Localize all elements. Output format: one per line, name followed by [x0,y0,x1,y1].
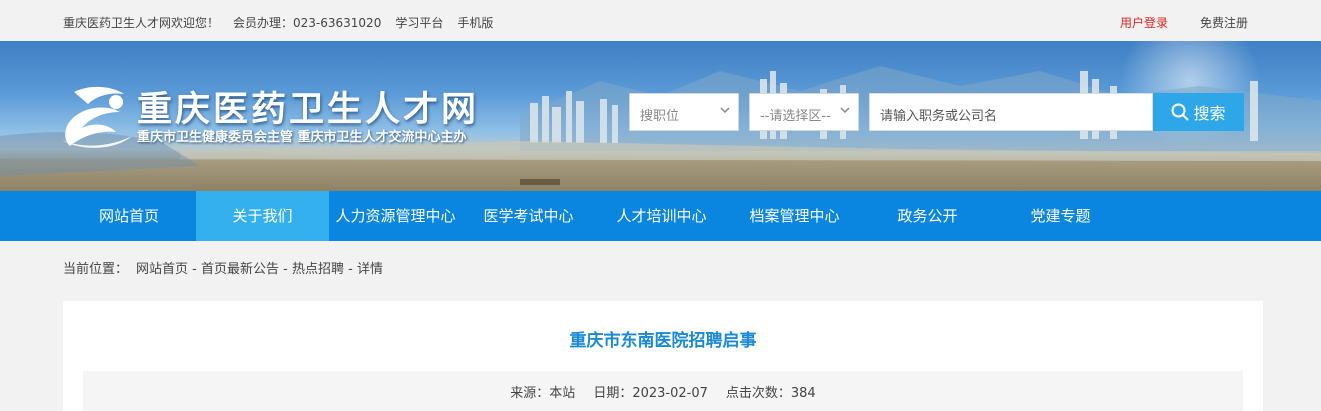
article-date: 日期：2023-02-07 [593,385,708,401]
area-select[interactable]: --请选择区-- [749,93,859,131]
welcome-text: 重庆医药卫生人才网欢迎您！ [63,16,220,30]
top-bar: 重庆医药卫生人才网欢迎您！ 会员办理：023-63631020 学习平台 手机版… [0,0,1321,41]
article-panel: 重庆市东南医院招聘启事 来源：本站 日期：2023-02-07 点击次数：384 [63,301,1263,411]
login-link[interactable]: 用户登录 [1120,14,1168,31]
header-banner: 重庆医药卫生人才网 重庆市卫生健康委员会主管 重庆市卫生人才交流中心主办 搜职位… [0,41,1321,191]
register-link[interactable]: 免费注册 [1200,14,1248,31]
nav-item-exam-center[interactable]: 医学考试中心 [462,191,595,241]
nav-item-hr-center[interactable]: 人力资源管理中心 [329,191,462,241]
breadcrumb-detail: 详情 [356,262,383,277]
chevron-down-icon [720,107,730,114]
position-select[interactable]: 搜职位 [629,93,739,131]
area-select-value: --请选择区-- [760,109,831,124]
breadcrumb-notice[interactable]: 首页最新公告 [201,262,279,277]
article-clicks: 点击次数：384 [725,385,816,401]
mobile-link[interactable]: 手机版 [457,14,493,31]
breadcrumb-sep: - [344,262,357,277]
nav-item-party[interactable]: 党建专题 [994,191,1127,241]
nav-item-training-center[interactable]: 人才培训中心 [595,191,728,241]
site-title: 重庆医药卫生人才网 [137,90,480,130]
article-meta: 来源：本站 日期：2023-02-07 点击次数：384 [83,371,1243,411]
study-platform-link[interactable]: 学习平台 [395,14,443,31]
breadcrumb-hot[interactable]: 热点招聘 [292,262,344,277]
chevron-down-icon [840,107,850,114]
breadcrumb-prefix: 当前位置： [63,262,129,277]
article-title: 重庆市东南医院招聘启事 [569,331,757,351]
main-nav: 网站首页 关于我们 人力资源管理中心 医学考试中心 人才培训中心 档案管理中心 … [0,191,1321,241]
breadcrumb: 当前位置： 网站首页 - 首页最新公告 - 热点招聘 - 详情 [63,258,383,277]
nav-item-about[interactable]: 关于我们 [196,191,329,241]
search-icon [1171,103,1190,121]
search-button[interactable]: 搜索 [1153,93,1244,131]
site-logo-icon [62,86,132,148]
search-placeholder: 请输入职务或公司名 [880,109,998,124]
breadcrumb-home[interactable]: 网站首页 [136,262,188,277]
article-source: 来源：本站 [510,385,576,401]
nav-item-archive-center[interactable]: 档案管理中心 [728,191,861,241]
search-input[interactable]: 请输入职务或公司名 [869,93,1153,131]
position-select-value: 搜职位 [640,109,680,124]
breadcrumb-sep: - [188,262,201,277]
nav-item-home[interactable]: 网站首页 [63,191,195,241]
site-subtitle: 重庆市卫生健康委员会主管 重庆市卫生人才交流中心主办 [137,130,467,145]
search-button-label: 搜索 [1193,104,1226,123]
nav-item-gov-affairs[interactable]: 政务公开 [861,191,994,241]
member-hotline: 会员办理：023-63631020 [233,16,382,30]
breadcrumb-sep: - [279,262,292,277]
